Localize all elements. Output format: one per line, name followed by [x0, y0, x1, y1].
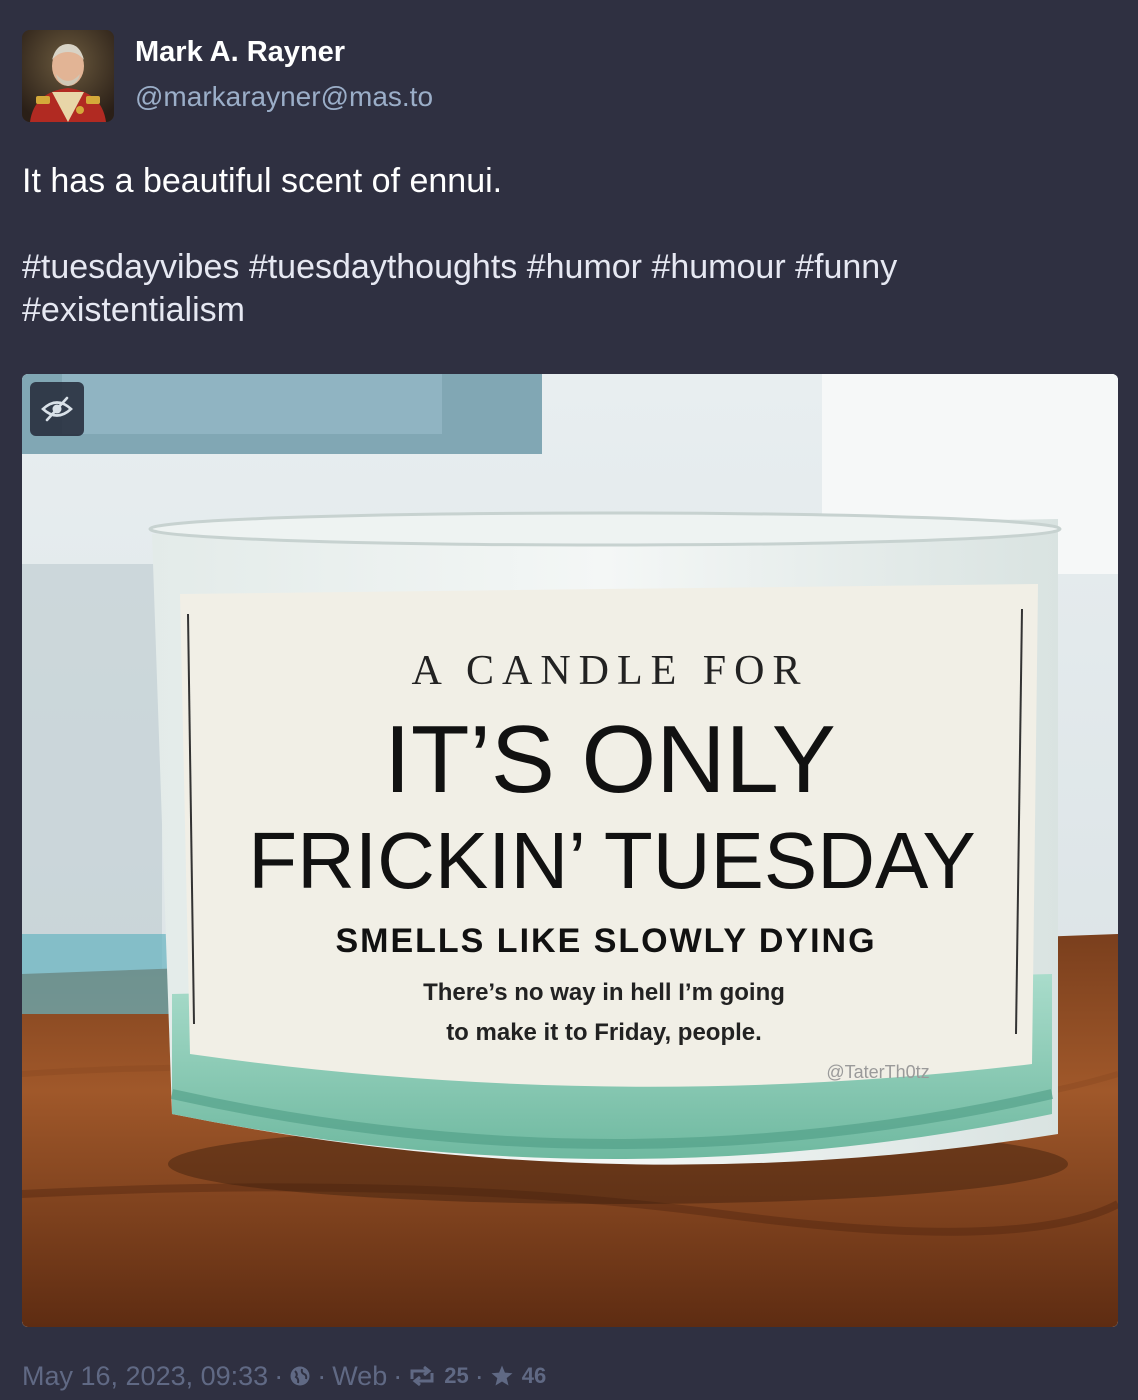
- star-icon: [490, 1364, 514, 1388]
- timestamp-link[interactable]: May 16, 2023, 09:33: [22, 1361, 268, 1392]
- label-line-1: A CANDLE FOR: [411, 648, 808, 694]
- hashtag-link[interactable]: #tuesdayvibes: [22, 248, 239, 286]
- boost-count[interactable]: 25: [444, 1363, 468, 1389]
- label-watermark: @TaterTh0tz: [826, 1062, 929, 1082]
- label-line-2: IT’S ONLY: [384, 706, 836, 813]
- boost-icon: [408, 1365, 436, 1387]
- label-line-5: There’s no way in hell I’m going: [423, 979, 785, 1006]
- label-line-6: to make it to Friday, people.: [446, 1019, 762, 1046]
- avatar[interactable]: [22, 30, 114, 122]
- hide-media-button[interactable]: [30, 382, 84, 436]
- label-line-4: SMELLS LIKE SLOWLY DYING: [335, 922, 876, 960]
- status-meta: May 16, 2023, 09:33 · · Web · 25 · 46: [22, 1358, 546, 1394]
- status-content: It has a beautiful scent of ennui. #tues…: [22, 160, 1116, 332]
- avatar-image: [22, 30, 114, 122]
- application-name: Web: [332, 1360, 388, 1391]
- hashtag-link[interactable]: #tuesdaythoughts: [249, 248, 517, 286]
- hashtag-link[interactable]: #funny: [795, 248, 897, 286]
- hashtag-link[interactable]: #humor: [527, 248, 642, 286]
- globe-icon: [289, 1365, 311, 1387]
- favourite-count[interactable]: 46: [522, 1363, 546, 1389]
- label-line-3: FRICKIN’ TUESDAY: [248, 816, 976, 905]
- display-name[interactable]: Mark A. Rayner: [135, 36, 345, 69]
- media-attachment[interactable]: A CANDLE FOR IT’S ONLY FRICKIN’ TUESDAY …: [22, 374, 1118, 1327]
- separator: ·: [274, 1360, 284, 1391]
- separator: ·: [474, 1360, 484, 1391]
- status-card: Mark A. Rayner @markarayner@mas.to It ha…: [0, 0, 1138, 1400]
- separator: ·: [393, 1360, 403, 1391]
- hashtag-link[interactable]: #humour: [651, 248, 785, 286]
- status-text: It has a beautiful scent of ennui.: [22, 162, 503, 200]
- account-handle[interactable]: @markarayner@mas.to: [135, 81, 433, 113]
- hashtag-link[interactable]: #existentialism: [22, 291, 245, 329]
- hashtag-list: #tuesdayvibes #tuesdaythoughts #humor #h…: [22, 246, 1116, 332]
- separator: ·: [317, 1360, 327, 1391]
- eye-slash-icon: [41, 396, 73, 422]
- candle-photo: A CANDLE FOR IT’S ONLY FRICKIN’ TUESDAY …: [22, 374, 1118, 1327]
